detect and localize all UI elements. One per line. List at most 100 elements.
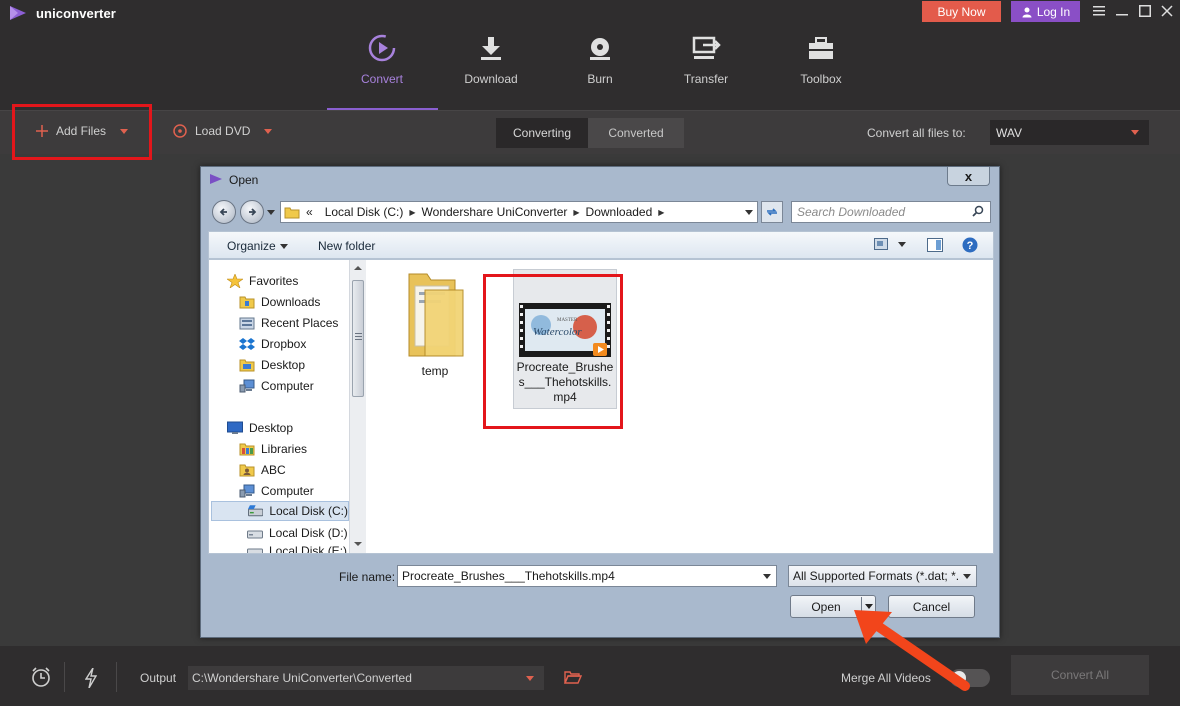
close-button[interactable] [1158, 2, 1176, 20]
login-button[interactable]: Log In [1011, 1, 1080, 22]
preview-pane-button[interactable] [927, 238, 943, 252]
history-dropdown-icon[interactable] [267, 210, 275, 216]
output-format-value: WAV [996, 125, 1022, 140]
forward-arrow-icon [249, 208, 257, 216]
dropbox-icon [239, 338, 255, 350]
breadcrumb-overflow[interactable]: « [300, 205, 319, 219]
breadcrumb-downloaded[interactable]: Downloaded [580, 205, 659, 219]
star-icon [227, 274, 243, 288]
dialog-close-button[interactable]: x [947, 167, 990, 186]
convert-icon [368, 34, 396, 62]
maximize-icon [1139, 5, 1151, 17]
buy-now-button[interactable]: Buy Now [922, 1, 1001, 22]
annotation-arrow [854, 610, 970, 691]
load-dvd-button[interactable]: Load DVD [173, 124, 273, 138]
back-button[interactable] [212, 200, 236, 224]
nav-burn-label: Burn [587, 72, 613, 86]
tab-converting[interactable]: Converting [496, 118, 588, 148]
file-name-value: Procreate_Brushes___Thehotskills.mp4 [402, 569, 615, 583]
tree-label: Local Disk (C:) [269, 504, 348, 518]
tree-item-local-disk-d[interactable]: Local Disk (D:) [247, 523, 349, 543]
tree-label: Downloads [261, 295, 321, 309]
navigation-tree: Favorites Downloads Recent Places Dropbo… [209, 260, 349, 553]
new-folder-label: New folder [318, 239, 376, 253]
tree-item-local-disk-c[interactable]: Local Disk (C:) [211, 501, 349, 521]
scrollbar-thumb[interactable] [352, 280, 364, 397]
refresh-button[interactable] [761, 201, 783, 223]
disk-icon [248, 505, 264, 517]
tree-label: Local Disk (E:) [269, 544, 348, 553]
nav-convert[interactable]: Convert [337, 30, 427, 110]
svg-text:?: ? [967, 240, 974, 252]
minimize-button[interactable] [1113, 2, 1131, 20]
file-item-temp[interactable]: temp [395, 270, 475, 378]
refresh-icon [767, 208, 777, 216]
nav-toolbox[interactable]: Toolbox [776, 30, 866, 110]
tree-item-downloads[interactable]: Downloads [239, 292, 349, 312]
tree-item-desktop-root[interactable]: Desktop [227, 418, 349, 438]
view-icon [874, 238, 888, 250]
scroll-down-icon[interactable] [354, 542, 362, 546]
hamburger-icon [1093, 6, 1105, 16]
chevron-down-icon [279, 243, 288, 249]
file-type-select[interactable]: All Supported Formats (*.dat; *. [788, 565, 977, 587]
selected-file-highlight [483, 274, 623, 429]
lightning-icon[interactable] [85, 668, 97, 688]
address-bar[interactable]: « Local Disk (C:) ▶ Wondershare UniConve… [280, 201, 758, 223]
help-button[interactable]: ? [962, 237, 978, 253]
output-format-select[interactable]: WAV [990, 120, 1149, 145]
tree-item-favorites[interactable]: Favorites [227, 271, 349, 291]
load-dvd-dropdown-icon[interactable] [264, 128, 273, 134]
tab-converted[interactable]: Converted [588, 118, 684, 148]
nav-transfer[interactable]: Transfer [661, 30, 751, 110]
file-name-input[interactable]: Procreate_Brushes___Thehotskills.mp4 [397, 565, 777, 587]
nav-toolbox-label: Toolbox [800, 72, 842, 86]
output-path-select[interactable]: C:\Wondershare UniConverter\Converted [188, 666, 544, 690]
divider [64, 662, 65, 692]
tree-item-computer-root[interactable]: Computer [239, 481, 349, 501]
minimize-icon [1116, 14, 1128, 16]
divider [116, 662, 117, 692]
tree-item-recent-places[interactable]: Recent Places [239, 313, 349, 333]
forward-button[interactable] [240, 200, 264, 224]
login-label: Log In [1036, 4, 1071, 19]
breadcrumb-local-disk[interactable]: Local Disk (C:) [319, 205, 410, 219]
address-dropdown-icon[interactable] [745, 210, 753, 215]
tree-item-local-disk-e[interactable]: Local Disk (E:) [247, 544, 349, 553]
tree-item-abc[interactable]: ABC [239, 460, 349, 480]
nav-burn[interactable]: Burn [555, 30, 645, 110]
organize-button[interactable]: Organize [227, 239, 288, 253]
output-label: Output [140, 671, 177, 685]
grip-icon [355, 333, 362, 340]
preview-pane-icon [927, 238, 943, 252]
scroll-up-icon[interactable] [354, 266, 362, 270]
alarm-clock-icon[interactable] [30, 666, 52, 688]
search-box[interactable]: Search Downloaded [791, 201, 991, 223]
tree-item-dropbox[interactable]: Dropbox [239, 334, 349, 354]
new-folder-button[interactable]: New folder [318, 239, 375, 253]
organize-label: Organize [227, 239, 276, 253]
tree-item-libraries[interactable]: Libraries [239, 439, 349, 459]
tree-item-computer[interactable]: Computer [239, 376, 349, 396]
tree-label: Computer [261, 484, 314, 498]
tree-label: Local Disk (D:) [269, 526, 348, 540]
desktop-icon [227, 421, 243, 434]
app-logo: uniconverter [8, 5, 116, 21]
tree-label: Computer [261, 379, 314, 393]
tree-item-desktop[interactable]: Desktop [239, 355, 349, 375]
breadcrumb-separator-icon[interactable]: ▶ [658, 208, 664, 217]
menu-button[interactable] [1090, 2, 1108, 20]
open-folder-icon[interactable] [564, 670, 582, 684]
nav-download[interactable]: Download [446, 30, 536, 110]
library-icon [239, 443, 255, 456]
dvd-icon [173, 124, 187, 138]
convert-all-button[interactable]: Convert All [1011, 655, 1149, 695]
change-view-button[interactable] [874, 238, 906, 250]
breadcrumb-wondershare[interactable]: Wondershare UniConverter [416, 205, 574, 219]
tree-label: ABC [261, 463, 286, 477]
maximize-button[interactable] [1136, 2, 1154, 20]
tree-scrollbar[interactable] [349, 260, 366, 553]
chevron-down-icon[interactable] [763, 574, 771, 579]
search-icon[interactable] [971, 205, 985, 219]
file-name-temp: temp [421, 364, 449, 378]
